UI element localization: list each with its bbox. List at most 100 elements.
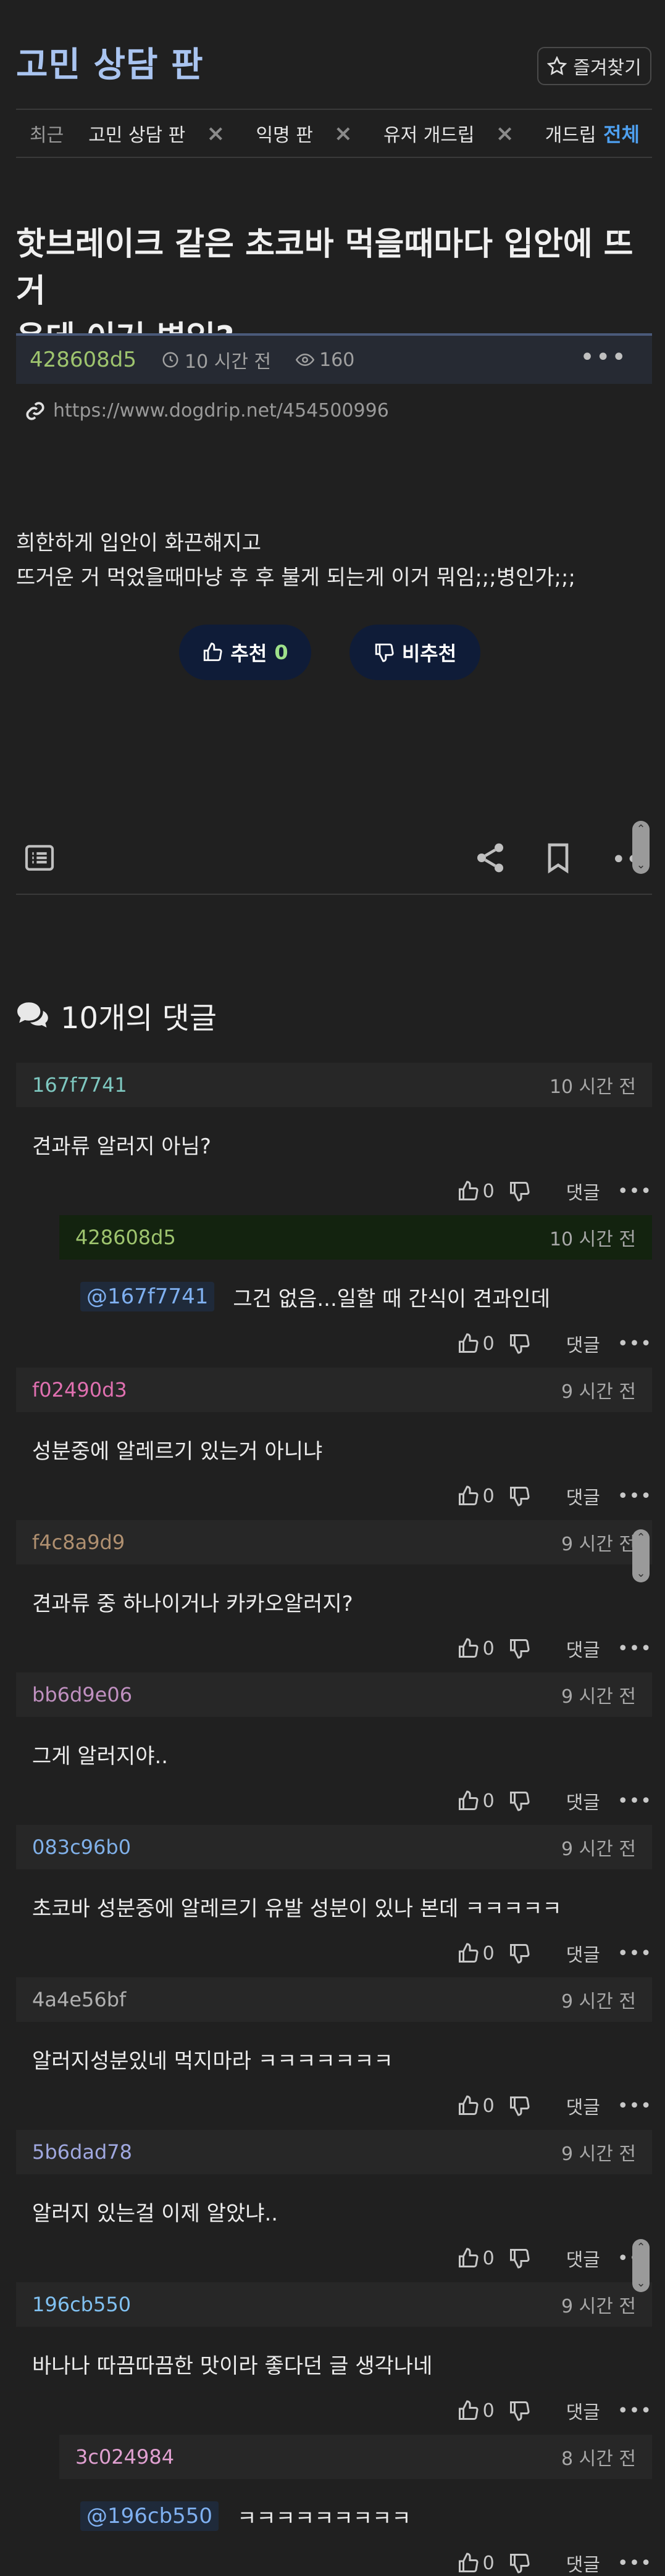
- more-options-icon[interactable]: •••: [617, 2095, 652, 2117]
- recent-item-label[interactable]: 유저 개드립: [383, 120, 475, 147]
- post-url[interactable]: https://www.dogdrip.net/454500996: [53, 400, 389, 422]
- more-options-icon[interactable]: •••: [580, 343, 627, 372]
- comment-time: 9 시간 전: [561, 2143, 636, 2165]
- comment-author[interactable]: bb6d9e06: [32, 1683, 132, 1706]
- post-author[interactable]: 428608d5: [30, 347, 136, 372]
- comment-dislike-button[interactable]: [508, 2399, 530, 2422]
- comment-dislike-button[interactable]: [508, 1332, 530, 1355]
- comment-dislike-button[interactable]: [508, 2552, 530, 2574]
- comment-reply-button[interactable]: 댓글: [566, 1635, 600, 1662]
- comment-like-button[interactable]: 0: [457, 2095, 495, 2117]
- comment-author[interactable]: f4c8a9d9: [32, 1531, 125, 1554]
- comment-dislike-button[interactable]: [508, 2095, 530, 2117]
- more-options-icon[interactable]: •••: [617, 2553, 652, 2574]
- comment-author[interactable]: 4a4e56bf: [32, 1988, 126, 2011]
- more-options-icon[interactable]: •••: [617, 1790, 652, 1812]
- comment-like-count: 0: [482, 1180, 495, 1202]
- comment-like-button[interactable]: 0: [457, 1485, 495, 1507]
- comment-like-count: 0: [482, 2552, 495, 2574]
- comment-like-button[interactable]: 0: [457, 1790, 495, 1812]
- comment-author[interactable]: 196cb550: [32, 2293, 131, 2316]
- recent-item-label[interactable]: 고민 상담 판: [88, 120, 185, 147]
- comment-author[interactable]: 083c96b0: [32, 1835, 131, 1859]
- scroll-handle[interactable]: ⌃ ⌄: [632, 2239, 650, 2292]
- eye-icon: [296, 353, 315, 367]
- comment-reply-button[interactable]: 댓글: [566, 1940, 600, 1967]
- share-icon[interactable]: [473, 841, 508, 875]
- comment-dislike-button[interactable]: [508, 1180, 530, 1202]
- more-options-icon[interactable]: •••: [617, 1485, 652, 1507]
- comment-like-button[interactable]: 0: [457, 1942, 495, 1964]
- recent-item[interactable]: 개드립: [545, 120, 596, 147]
- comment-author[interactable]: 5b6dad78: [32, 2140, 132, 2164]
- more-options-icon[interactable]: •••: [617, 2400, 652, 2422]
- comment-like-button[interactable]: 0: [457, 1332, 495, 1355]
- comment-like-button[interactable]: 0: [457, 2552, 495, 2574]
- more-options-icon[interactable]: •••: [617, 1638, 652, 1660]
- recent-item-label[interactable]: 개드립: [545, 120, 596, 147]
- comment-text: 성분중에 알레르기 있는거 아니냐: [32, 1439, 323, 1464]
- board-title[interactable]: 고민 상담 판: [16, 37, 204, 87]
- upvote-button[interactable]: 추천 0: [179, 625, 311, 680]
- comment-reply-button[interactable]: 댓글: [566, 2245, 600, 2272]
- recent-item-label[interactable]: 익명 판: [256, 120, 312, 147]
- recent-all-link[interactable]: 전체: [603, 119, 640, 147]
- scroll-handle[interactable]: ⌃ ⌄: [632, 821, 650, 874]
- more-options-icon[interactable]: •••: [617, 1943, 652, 1964]
- post-time-text: 10 시간 전: [185, 351, 272, 373]
- downvote-button[interactable]: 비추천: [349, 625, 480, 680]
- comment-body: @196cb550 ㅋㅋㅋㅋㅋㅋㅋㅋㅋ: [59, 2498, 652, 2535]
- close-icon[interactable]: ×: [496, 121, 514, 146]
- post-url-row[interactable]: https://www.dogdrip.net/454500996: [25, 400, 389, 422]
- comment-author[interactable]: 428608d5: [75, 1226, 176, 1249]
- comment-reply-button[interactable]: 댓글: [566, 2397, 600, 2424]
- comment-author[interactable]: f02490d3: [32, 1378, 127, 1402]
- comment-dislike-button[interactable]: [508, 1790, 530, 1812]
- comment-item: 3c024984 8 시간 전 @196cb550 ㅋㅋㅋㅋㅋㅋㅋㅋㅋ 0 댓글…: [59, 2435, 652, 2576]
- favorite-button[interactable]: 즐겨찾기: [537, 47, 651, 85]
- post-time: 10 시간 전: [161, 346, 271, 373]
- comment-dislike-button[interactable]: [508, 1942, 530, 1964]
- comment-author[interactable]: 167f7741: [32, 1073, 127, 1097]
- post-body: 희한하게 입안이 화끈해지고 뜨거운 거 먹었을때마냥 후 후 불게 되는게 이…: [16, 526, 575, 595]
- comment-like-button[interactable]: 0: [457, 1180, 495, 1202]
- scroll-handle[interactable]: ⌃ ⌄: [632, 1529, 650, 1582]
- recent-item[interactable]: 유저 개드립 ×: [383, 120, 514, 147]
- comment-header: f02490d3 9 시간 전: [16, 1368, 652, 1412]
- comment-reply-button[interactable]: 댓글: [566, 1178, 600, 1205]
- comment-like-button[interactable]: 0: [457, 1637, 495, 1660]
- comment-reply-button[interactable]: 댓글: [566, 1330, 600, 1357]
- comment-body: 성분중에 알레르기 있는거 아니냐: [16, 1431, 652, 1468]
- star-icon: [547, 56, 567, 75]
- close-icon[interactable]: ×: [206, 121, 225, 146]
- list-icon[interactable]: [22, 841, 57, 875]
- more-options-icon[interactable]: •••: [617, 1181, 652, 1202]
- upvote-count: 0: [274, 641, 288, 664]
- comment-reply-button[interactable]: 댓글: [566, 1787, 600, 1814]
- comment-dislike-button[interactable]: [508, 1485, 530, 1507]
- bookmark-icon[interactable]: [541, 841, 575, 875]
- comment-reply-button[interactable]: 댓글: [566, 1482, 600, 1510]
- thumbs-down-icon: [509, 2554, 530, 2574]
- comment-mention[interactable]: @167f7741: [80, 1282, 215, 1311]
- recent-item[interactable]: 익명 판 ×: [256, 120, 353, 147]
- comment-mention[interactable]: @196cb550: [80, 2501, 219, 2531]
- comment-like-count: 0: [482, 1485, 495, 1507]
- comment-dislike-button[interactable]: [508, 2247, 530, 2269]
- close-icon[interactable]: ×: [334, 121, 353, 146]
- comment-text: ㅋㅋㅋㅋㅋㅋㅋㅋㅋ: [237, 2506, 411, 2531]
- comment-author[interactable]: 3c024984: [75, 2445, 174, 2469]
- comment-dislike-button[interactable]: [508, 1637, 530, 1660]
- thumbs-up-icon: [458, 2095, 479, 2115]
- comment-reply-button[interactable]: 댓글: [566, 2549, 600, 2576]
- comment-body: 견과류 중 하나이거나 카카오알러지?: [16, 1583, 652, 1620]
- comment-like-button[interactable]: 0: [457, 2399, 495, 2422]
- comment-reply-button[interactable]: 댓글: [566, 2092, 600, 2119]
- comment-time: 10 시간 전: [549, 1076, 636, 1098]
- comment-footer: 0 댓글 •••: [16, 1479, 652, 1513]
- more-options-icon[interactable]: •••: [617, 1333, 652, 1355]
- comment-body: 초코바 성분중에 알레르기 유발 성분이 있나 본데 ㅋㅋㅋㅋㅋ: [16, 1888, 652, 1925]
- comment-like-button[interactable]: 0: [457, 2247, 495, 2269]
- comment-text: 초코바 성분중에 알레르기 유발 성분이 있나 본데 ㅋㅋㅋㅋㅋ: [32, 1896, 562, 1921]
- recent-item[interactable]: 고민 상담 판 ×: [88, 120, 225, 147]
